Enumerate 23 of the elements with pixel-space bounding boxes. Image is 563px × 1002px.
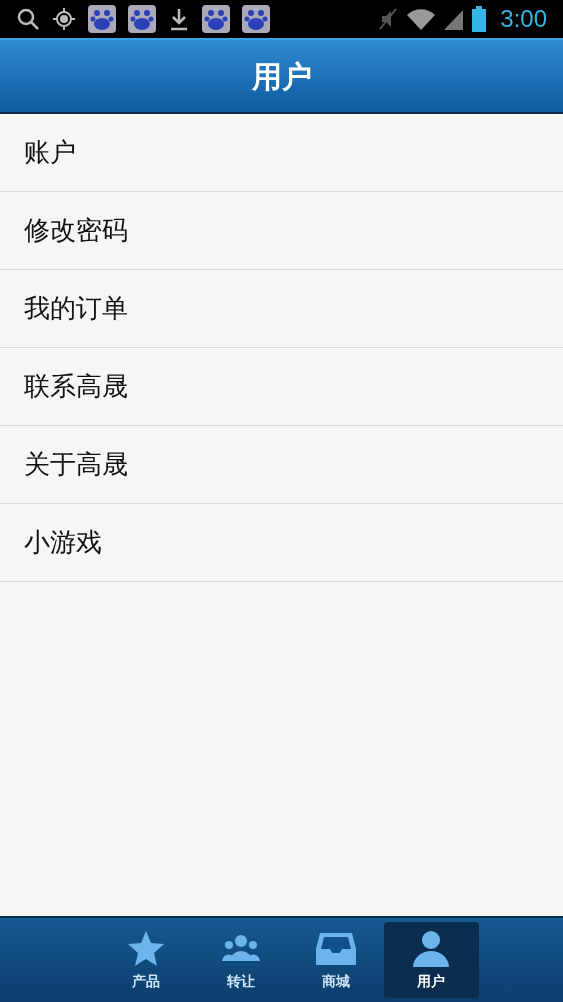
paw-icon	[202, 5, 230, 33]
battery-icon	[472, 6, 487, 32]
menu-item[interactable]: 账户	[0, 114, 563, 192]
clock-time: 3:00	[500, 4, 547, 34]
wifi-icon	[406, 7, 437, 31]
person-icon	[411, 928, 451, 967]
tab[interactable]: 产品	[98, 922, 194, 998]
tab[interactable]: 用户	[383, 922, 479, 998]
search-icon	[16, 7, 40, 31]
menu-item[interactable]: 小游戏	[0, 504, 563, 582]
menu-item[interactable]: 关于高晟	[0, 426, 563, 504]
paw-icon	[242, 5, 270, 33]
paw-icon	[88, 5, 116, 33]
page-title: 用户	[251, 57, 312, 96]
location-icon	[52, 7, 76, 31]
download-icon	[168, 7, 190, 31]
menu-item[interactable]: 我的订单	[0, 270, 563, 348]
paw-icon	[128, 5, 156, 33]
tab[interactable]: 转让	[193, 922, 289, 998]
menu-item[interactable]: 修改密码	[0, 192, 563, 270]
mute-icon	[378, 7, 399, 31]
menu-item[interactable]: 联系高晟	[0, 348, 563, 426]
tab[interactable]: 商城	[288, 922, 384, 998]
